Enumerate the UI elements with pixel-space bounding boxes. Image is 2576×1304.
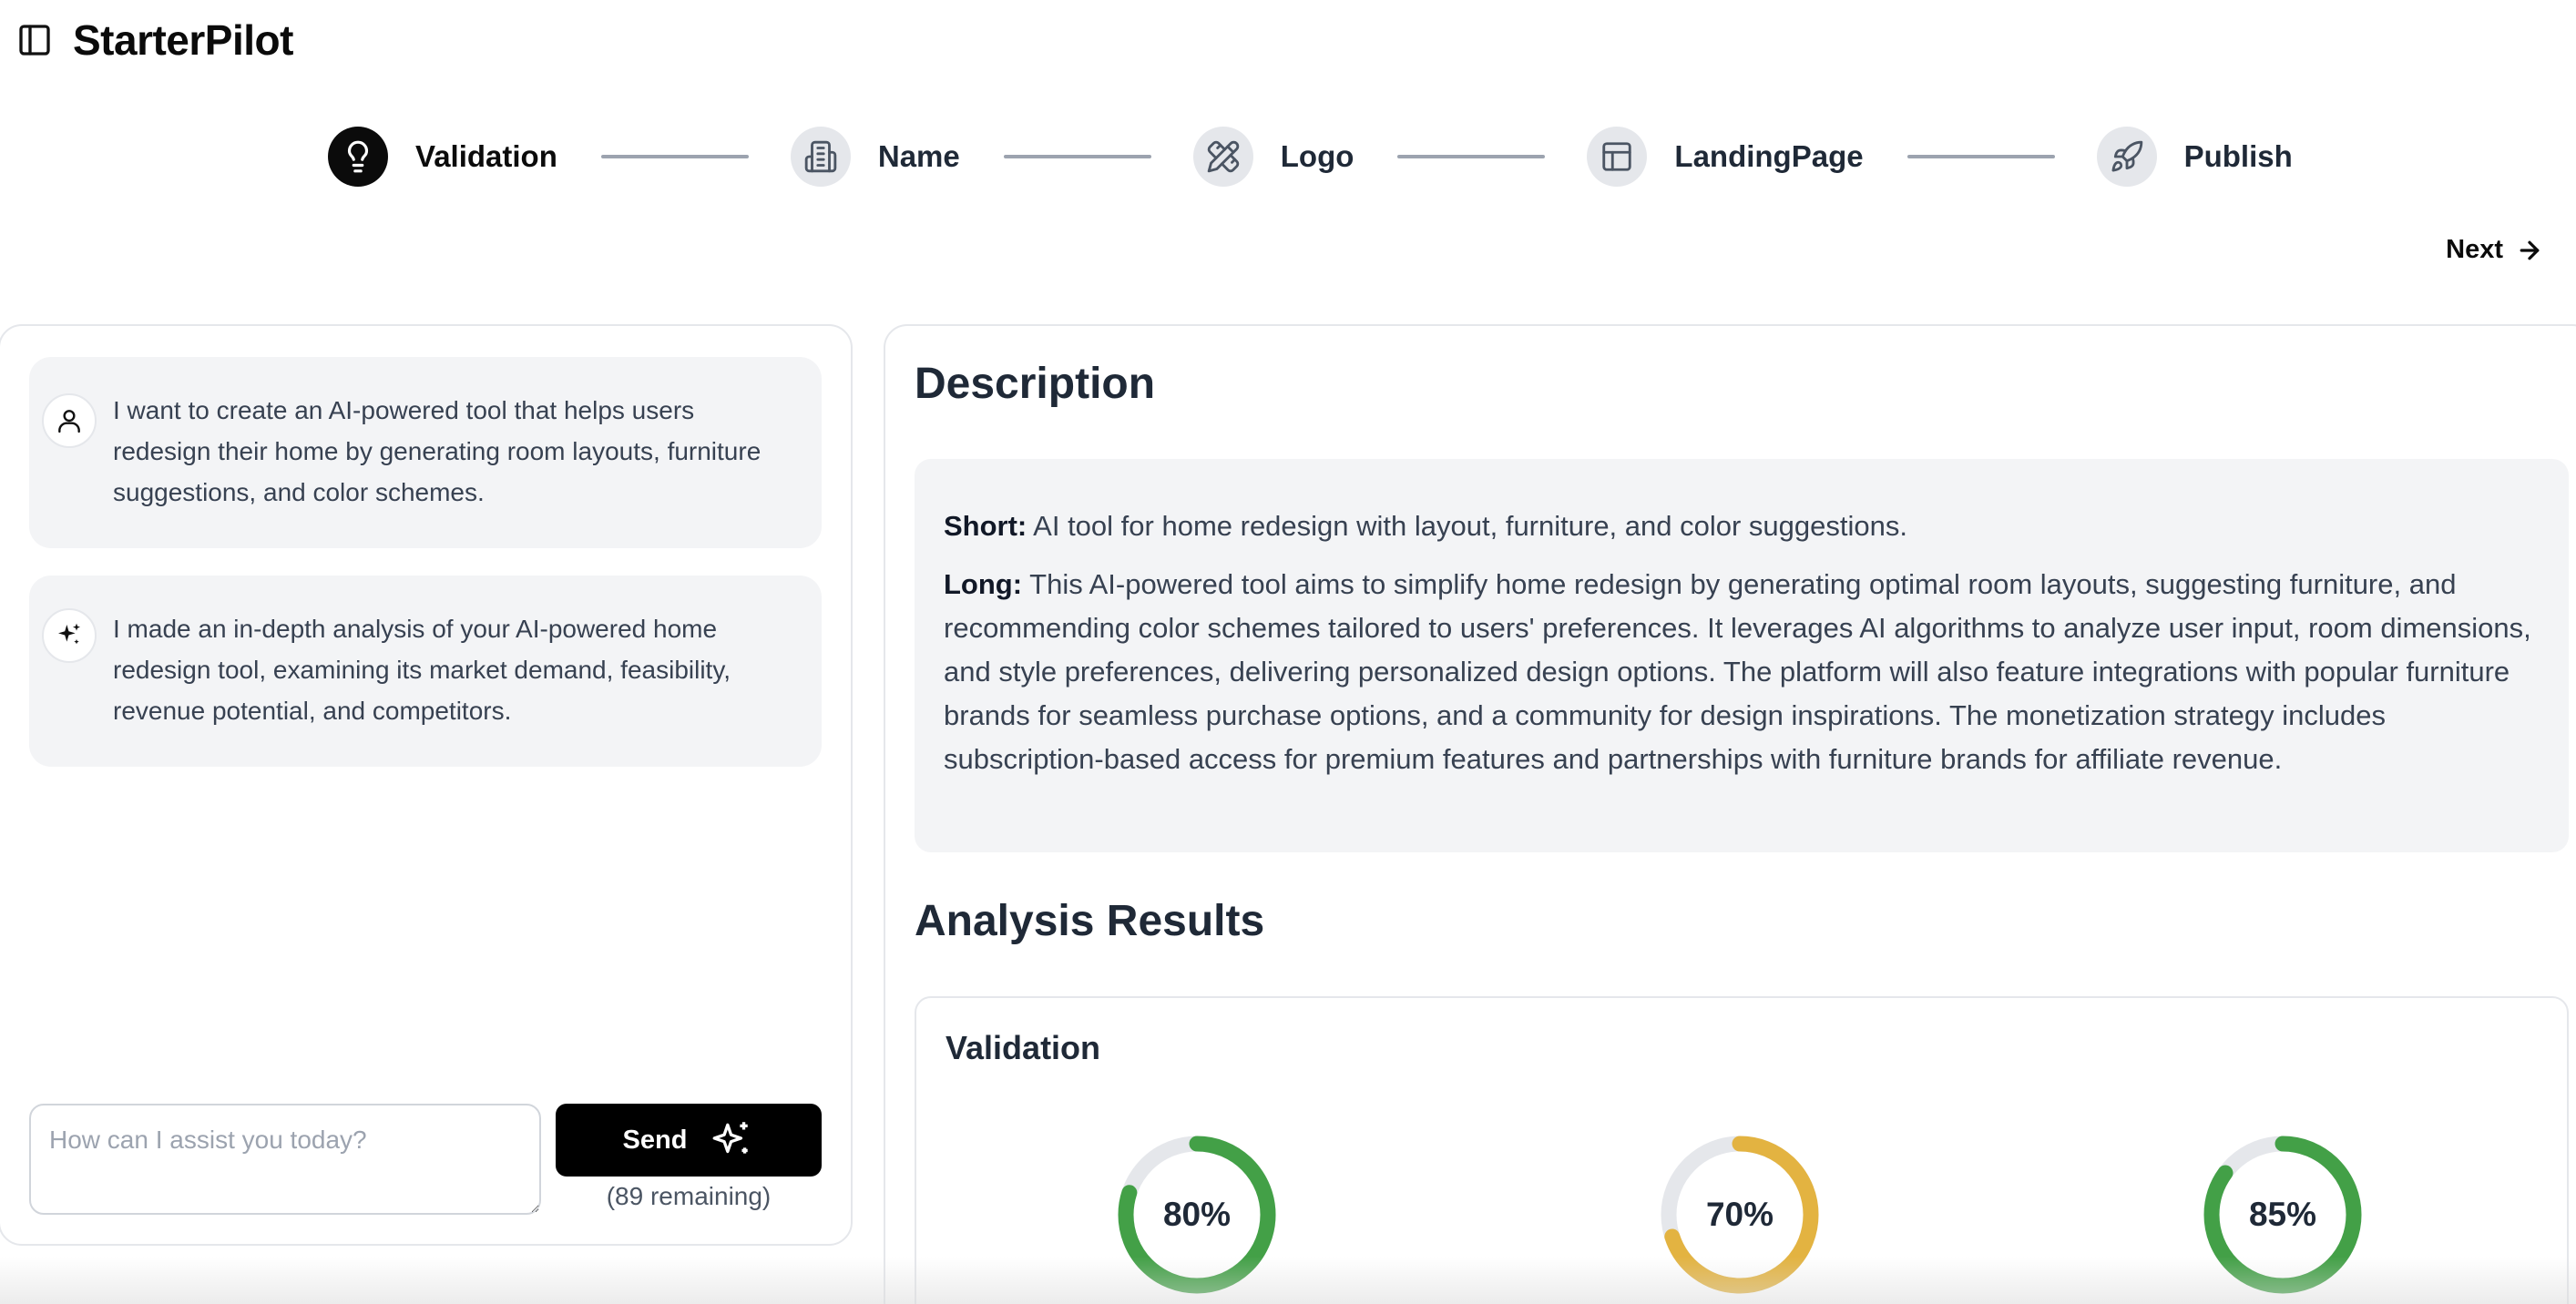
send-button[interactable]: Send <box>556 1104 822 1177</box>
sidebar-panel-icon[interactable] <box>16 22 53 58</box>
step-label: Logo <box>1280 139 1354 173</box>
content-panel: Description Short: AI tool for home rede… <box>884 324 2576 1304</box>
chat-message-assistant: I made an in-depth analysis of your AI-p… <box>29 576 822 767</box>
chat-message-user: I want to create an AI-powered tool that… <box>29 357 822 548</box>
step-connector <box>1397 155 1546 158</box>
validation-title: Validation <box>946 1029 1101 1066</box>
step-logo[interactable]: Logo <box>1192 127 1354 187</box>
gauge-value: 85% <box>2248 1196 2317 1233</box>
lightbulb-icon <box>328 127 388 187</box>
step-connector <box>1906 155 2055 158</box>
step-validation[interactable]: Validation <box>328 127 557 187</box>
layout-icon <box>1587 127 1648 187</box>
sparkles-icon <box>713 1122 749 1154</box>
step-label: Name <box>877 139 960 173</box>
step-name[interactable]: Name <box>790 127 960 187</box>
arrow-right-icon <box>2520 240 2540 260</box>
gauge-3: 85% <box>2201 1133 2365 1297</box>
description-title: Description <box>915 360 1156 408</box>
pencil-ruler-icon <box>1192 127 1253 187</box>
step-connector <box>600 155 749 158</box>
short-text: AI tool for home redesign with layout, f… <box>1033 510 1907 542</box>
gauge-2: 70% <box>1658 1133 1822 1297</box>
rocket-icon <box>2096 127 2157 187</box>
step-label: Publish <box>2183 139 2293 173</box>
step-connector <box>1003 155 1151 158</box>
short-description: Short: AI tool for home redesign with la… <box>944 504 2540 548</box>
app-title: StarterPilot <box>73 16 293 64</box>
building-icon <box>790 127 851 187</box>
validation-card: Validation 80% 70% 85% <box>915 996 2569 1304</box>
analysis-title: Analysis Results <box>915 897 1265 945</box>
message-text: I want to create an AI-powered tool that… <box>113 396 762 506</box>
chat-input[interactable] <box>29 1104 541 1215</box>
long-label: Long: <box>944 568 1023 600</box>
long-text: This AI-powered tool aims to simplify ho… <box>944 568 2531 775</box>
sparkles-icon <box>42 608 97 663</box>
remaining-count: (89 remaining) <box>606 1182 772 1210</box>
next-label: Next <box>2446 235 2503 264</box>
stepper: Validation Name Logo LandingPage Publish <box>328 124 2293 189</box>
send-label: Send <box>622 1125 688 1155</box>
gauge-1: 80% <box>1115 1133 1279 1297</box>
step-landingpage[interactable]: LandingPage <box>1587 127 1864 187</box>
gauge-value: 70% <box>1705 1196 1774 1233</box>
app-header: StarterPilot <box>16 13 293 67</box>
step-publish[interactable]: Publish <box>2096 127 2293 187</box>
chat-panel: I want to create an AI-powered tool that… <box>0 324 853 1246</box>
short-label: Short: <box>944 510 1027 542</box>
long-description: Long: This AI-powered tool aims to simpl… <box>944 563 2540 781</box>
gauge-value: 80% <box>1162 1196 1232 1233</box>
user-icon <box>42 393 97 448</box>
step-label: Validation <box>415 139 557 173</box>
step-label: LandingPage <box>1674 139 1864 173</box>
next-button[interactable]: Next <box>2446 235 2543 265</box>
message-text: I made an in-depth analysis of your AI-p… <box>113 615 731 725</box>
description-box: Short: AI tool for home redesign with la… <box>915 459 2569 852</box>
